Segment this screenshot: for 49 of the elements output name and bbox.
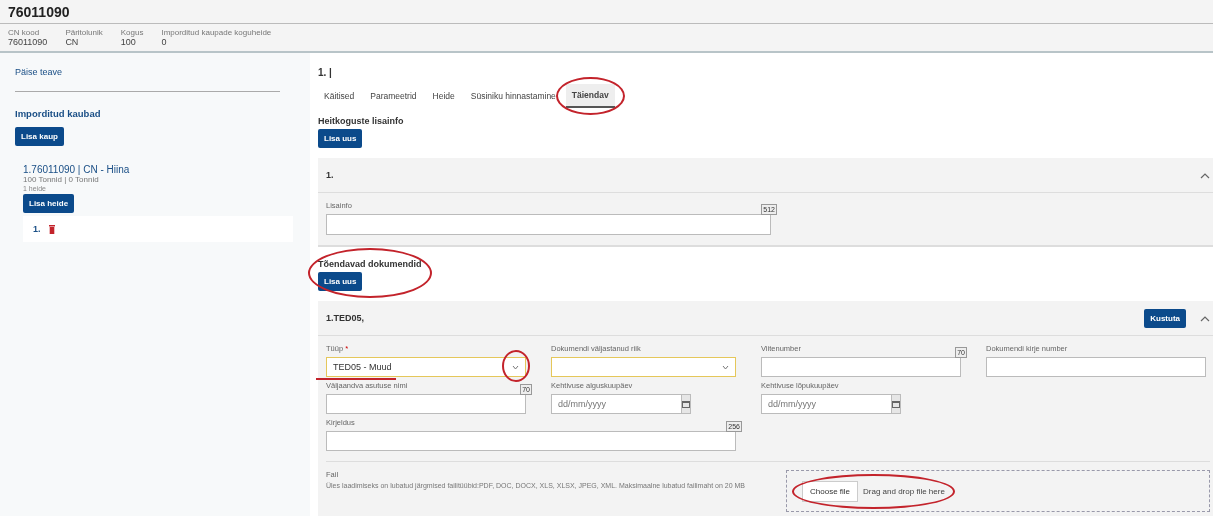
- date-field[interactable]: dd/mm/yyyy: [551, 394, 682, 414]
- fact-label: Päritolunik: [65, 28, 103, 37]
- fact-value: 76011090: [8, 37, 48, 47]
- collapse-icon[interactable]: [1200, 171, 1210, 179]
- tab[interactable]: Käitised: [318, 84, 361, 108]
- emission-item[interactable]: 1.: [33, 224, 41, 234]
- calendar-icon[interactable]: [682, 394, 691, 414]
- file-drop-zone[interactable]: Choose file Drag and drop file here: [786, 470, 1210, 512]
- add-new-button[interactable]: Lisa uus: [318, 272, 363, 291]
- add-new-button[interactable]: Lisa uus: [318, 129, 363, 148]
- select-field[interactable]: [551, 357, 736, 377]
- add-emission-button[interactable]: Lisa heide: [23, 194, 75, 213]
- tab[interactable]: Heide: [426, 84, 461, 108]
- delete-button[interactable]: Kustuta: [1144, 308, 1186, 328]
- tab[interactable]: Parameetrid: [364, 84, 423, 108]
- calendar-icon[interactable]: [892, 394, 901, 414]
- input-field[interactable]: [986, 357, 1206, 377]
- fact-label: CN kood: [8, 28, 41, 37]
- collapse-icon[interactable]: [1200, 314, 1210, 322]
- fact-label: Kogus: [120, 28, 144, 37]
- panel-title: 1.TED05,: [326, 313, 366, 323]
- header-info-link[interactable]: Päise teave: [15, 67, 63, 77]
- input-field[interactable]: [326, 394, 526, 414]
- select-value: TED05 - Muud: [333, 362, 392, 372]
- input-field[interactable]: [326, 431, 736, 451]
- goods-amounts: 100 Tonnid | 0 Tonnid: [23, 175, 100, 184]
- panel-title: 1.: [326, 170, 335, 180]
- fact-value: 0: [161, 37, 168, 47]
- section-title: Imporditud kaubad: [15, 108, 102, 119]
- select-field[interactable]: TED05 - Muud: [326, 357, 526, 377]
- chevron-down-icon: [721, 364, 729, 370]
- tab[interactable]: Süsiniku hinnastamine: [464, 84, 562, 108]
- add-goods-button[interactable]: Lisa kaup: [15, 127, 64, 146]
- tab[interactable]: Täiendav: [565, 84, 615, 108]
- page-title: 76011090: [8, 4, 70, 20]
- drop-hint: Drag and drop file here: [863, 486, 945, 496]
- section-heading: Heitkoguste lisainfo: [318, 116, 404, 126]
- choose-file-button[interactable]: Choose file: [802, 480, 859, 502]
- record-title: 1. |: [318, 67, 332, 78]
- date-field[interactable]: dd/mm/yyyy: [761, 394, 892, 414]
- section-heading: Tõendavad dokumendid: [318, 259, 422, 269]
- chevron-down-icon: [511, 364, 519, 370]
- fact-value: CN: [65, 37, 80, 47]
- goods-title[interactable]: 1.76011090 | CN - Hiina: [23, 164, 280, 175]
- fact-value: 100: [120, 37, 137, 47]
- trash-icon[interactable]: [48, 224, 55, 234]
- input-field[interactable]: [761, 357, 961, 377]
- input-field[interactable]: [326, 214, 771, 235]
- fact-label: Imporditud kaupade koguheide: [161, 28, 272, 37]
